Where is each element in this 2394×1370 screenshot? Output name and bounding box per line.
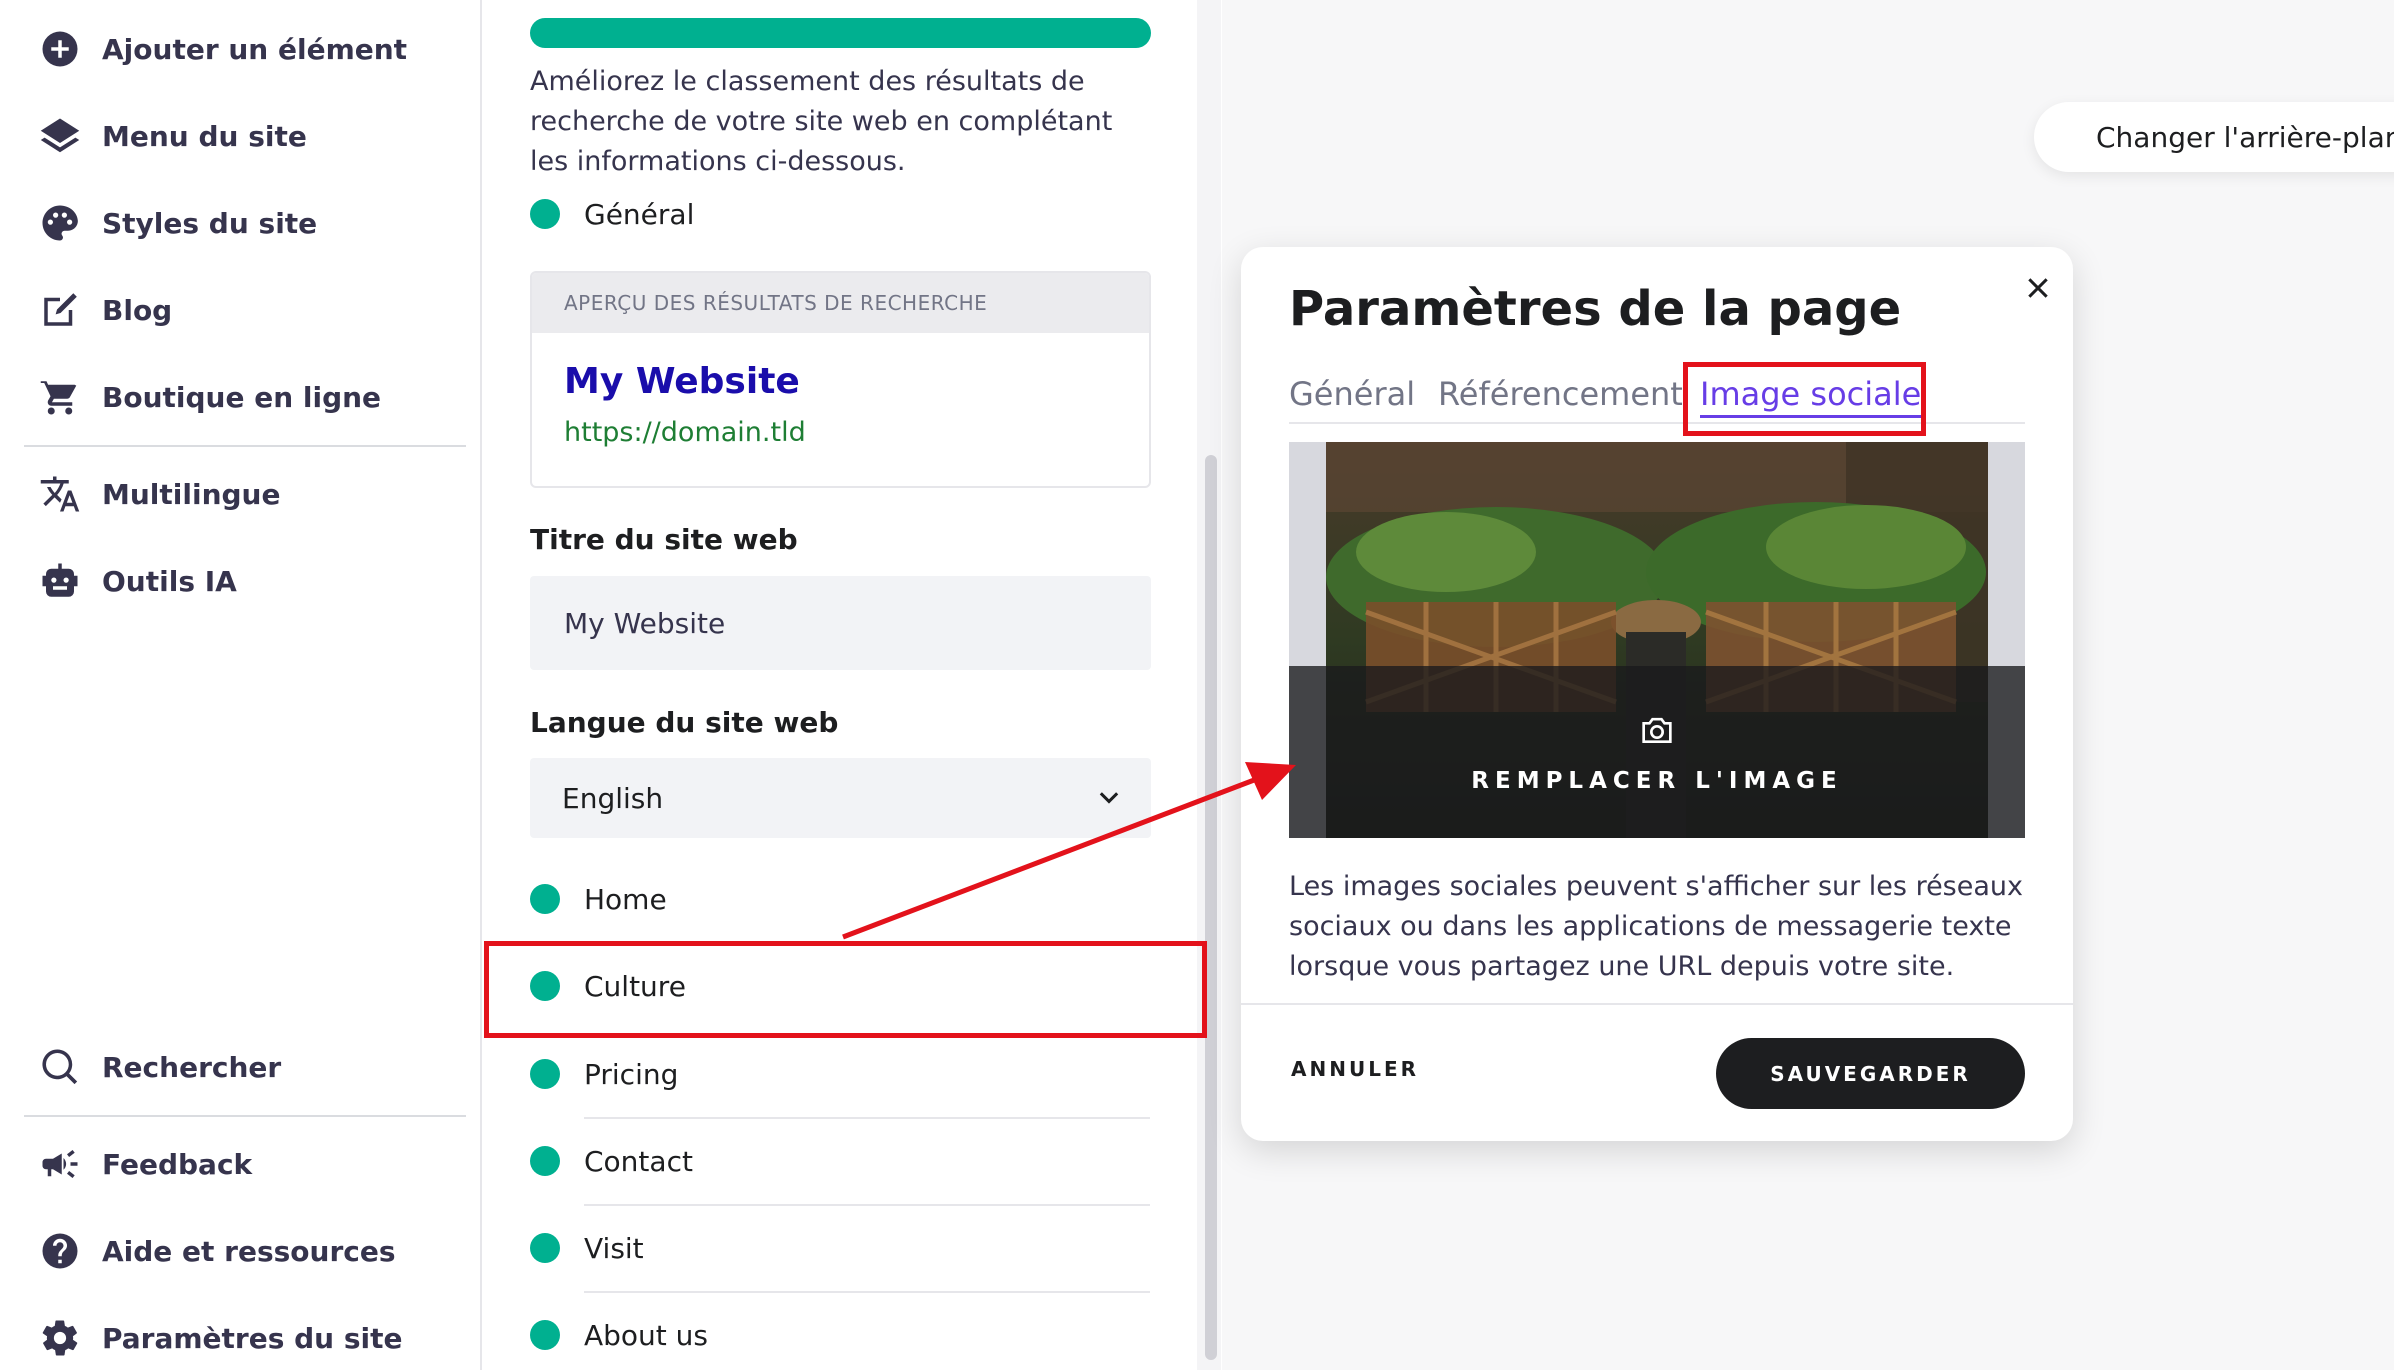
sidebar-item-add-element[interactable]: Ajouter un élément — [38, 19, 407, 79]
status-dot — [530, 1059, 560, 1089]
seo-general-label: Général — [584, 197, 695, 231]
search-preview: APERÇU DES RÉSULTATS DE RECHERCHE My Web… — [530, 271, 1151, 488]
sidebar-item-label: Boutique en ligne — [102, 380, 382, 414]
save-button[interactable]: SAUVEGARDER — [1716, 1038, 2025, 1109]
page-item-pricing[interactable]: Pricing — [530, 1046, 678, 1102]
sidebar-item-site-settings[interactable]: Paramètres du site — [38, 1308, 403, 1368]
tab-seo[interactable]: Référencement — [1438, 375, 1683, 413]
search-preview-title: My Website — [564, 361, 800, 402]
page-item-contact[interactable]: Contact — [530, 1133, 693, 1189]
page-item-label: Pricing — [584, 1057, 679, 1091]
social-image-frame: REMPLACER L'IMAGE — [1289, 442, 2025, 838]
page-item-visit[interactable]: Visit — [530, 1220, 644, 1276]
modal-title: Paramètres de la page — [1289, 281, 1902, 337]
close-button[interactable] — [2019, 269, 2057, 307]
page-divider — [584, 1204, 1150, 1206]
search-preview-heading: APERÇU DES RÉSULTATS DE RECHERCHE — [532, 273, 1149, 333]
palette-icon — [38, 201, 82, 245]
status-dot — [530, 971, 560, 1001]
sidebar-item-label: Ajouter un élément — [102, 32, 408, 66]
gear-icon — [38, 1316, 82, 1360]
sidebar-item-label: Rechercher — [102, 1050, 282, 1084]
social-image-description: Les images sociales peuvent s'afficher s… — [1289, 871, 2023, 982]
tab-general[interactable]: Général — [1289, 375, 1415, 413]
sidebar-item-feedback[interactable]: Feedback — [38, 1134, 252, 1194]
sidebar-item-help[interactable]: Aide et ressources — [38, 1221, 396, 1281]
status-dot — [530, 884, 560, 914]
sidebar-item-label: Styles du site — [102, 206, 318, 240]
status-dot — [530, 1146, 560, 1176]
page-divider — [584, 1291, 1150, 1293]
page-item-label: About us — [584, 1318, 709, 1352]
chevron-down-icon — [1099, 792, 1119, 804]
scrollbar-thumb[interactable] — [1205, 455, 1217, 1360]
seo-general-item[interactable]: Général — [530, 186, 694, 242]
site-title-label: Titre du site web — [530, 523, 798, 556]
replace-image-button[interactable]: REMPLACER L'IMAGE — [1289, 666, 2025, 838]
cart-icon — [38, 375, 82, 419]
cancel-button[interactable]: ANNULER — [1291, 1057, 1419, 1081]
seo-intro-text: Améliorez le classement des résultats de… — [530, 66, 1113, 177]
page-item-label: Contact — [584, 1144, 693, 1178]
megaphone-icon — [38, 1142, 82, 1186]
sidebar-item-search[interactable]: Rechercher — [38, 1037, 281, 1097]
page-divider — [584, 1117, 1150, 1119]
sidebar-item-label: Multilingue — [102, 477, 281, 511]
robot-icon — [38, 559, 82, 603]
page-item-label: Home — [584, 882, 667, 916]
sidebar-item-label: Paramètres du site — [102, 1321, 403, 1355]
change-background-button[interactable]: Changer l'arrière-plan — [2034, 102, 2394, 172]
sidebar-item-ai-tools[interactable]: Outils IA — [38, 551, 237, 611]
sidebar-item-online-store[interactable]: Boutique en ligne — [38, 367, 381, 427]
status-dot — [530, 199, 560, 229]
page-item-culture[interactable]: Culture — [530, 958, 686, 1014]
modal-footer-divider — [1241, 1003, 2073, 1005]
sidebar-item-label: Aide et ressources — [102, 1234, 396, 1268]
translate-icon — [38, 472, 82, 516]
camera-icon — [1642, 717, 1672, 743]
sidebar-divider — [24, 1115, 466, 1117]
page-item-home[interactable]: Home — [530, 871, 667, 927]
page-settings-modal: Paramètres de la page Général Référencem… — [1241, 247, 2073, 1141]
page-item-label: Culture — [584, 969, 686, 1003]
tab-social-image[interactable]: Image sociale — [1700, 375, 1922, 418]
site-language-select[interactable]: English — [530, 758, 1151, 838]
search-icon — [38, 1045, 82, 1089]
replace-image-label: REMPLACER L'IMAGE — [1471, 768, 1843, 794]
sidebar-item-site-menu[interactable]: Menu du site — [38, 106, 307, 166]
layers-icon — [38, 114, 82, 158]
page-item-label: Visit — [584, 1231, 644, 1265]
sidebar-divider — [24, 445, 466, 447]
status-dot — [530, 1233, 560, 1263]
status-dot — [530, 1320, 560, 1350]
add-circle-icon — [38, 27, 82, 71]
close-icon — [2028, 278, 2048, 298]
help-icon — [38, 1229, 82, 1273]
site-title-input[interactable]: My Website — [530, 576, 1151, 670]
sidebar: Ajouter un élément Menu du site Styles d… — [0, 0, 482, 1370]
site-language-value: English — [562, 781, 664, 815]
sidebar-item-multilingual[interactable]: Multilingue — [38, 464, 280, 524]
tabs-underline — [1289, 422, 2025, 424]
page-item-about-us[interactable]: About us — [530, 1307, 708, 1363]
search-preview-url: https://domain.tld — [564, 417, 806, 448]
sidebar-item-blog[interactable]: Blog — [38, 280, 172, 340]
sidebar-item-site-styles[interactable]: Styles du site — [38, 193, 317, 253]
sidebar-item-label: Feedback — [102, 1147, 253, 1181]
edit-icon — [38, 288, 82, 332]
sidebar-item-label: Blog — [102, 293, 173, 327]
seo-progress-bar — [530, 18, 1151, 48]
sidebar-item-label: Menu du site — [102, 119, 307, 153]
sidebar-item-label: Outils IA — [102, 564, 237, 598]
site-language-label: Langue du site web — [530, 706, 839, 739]
